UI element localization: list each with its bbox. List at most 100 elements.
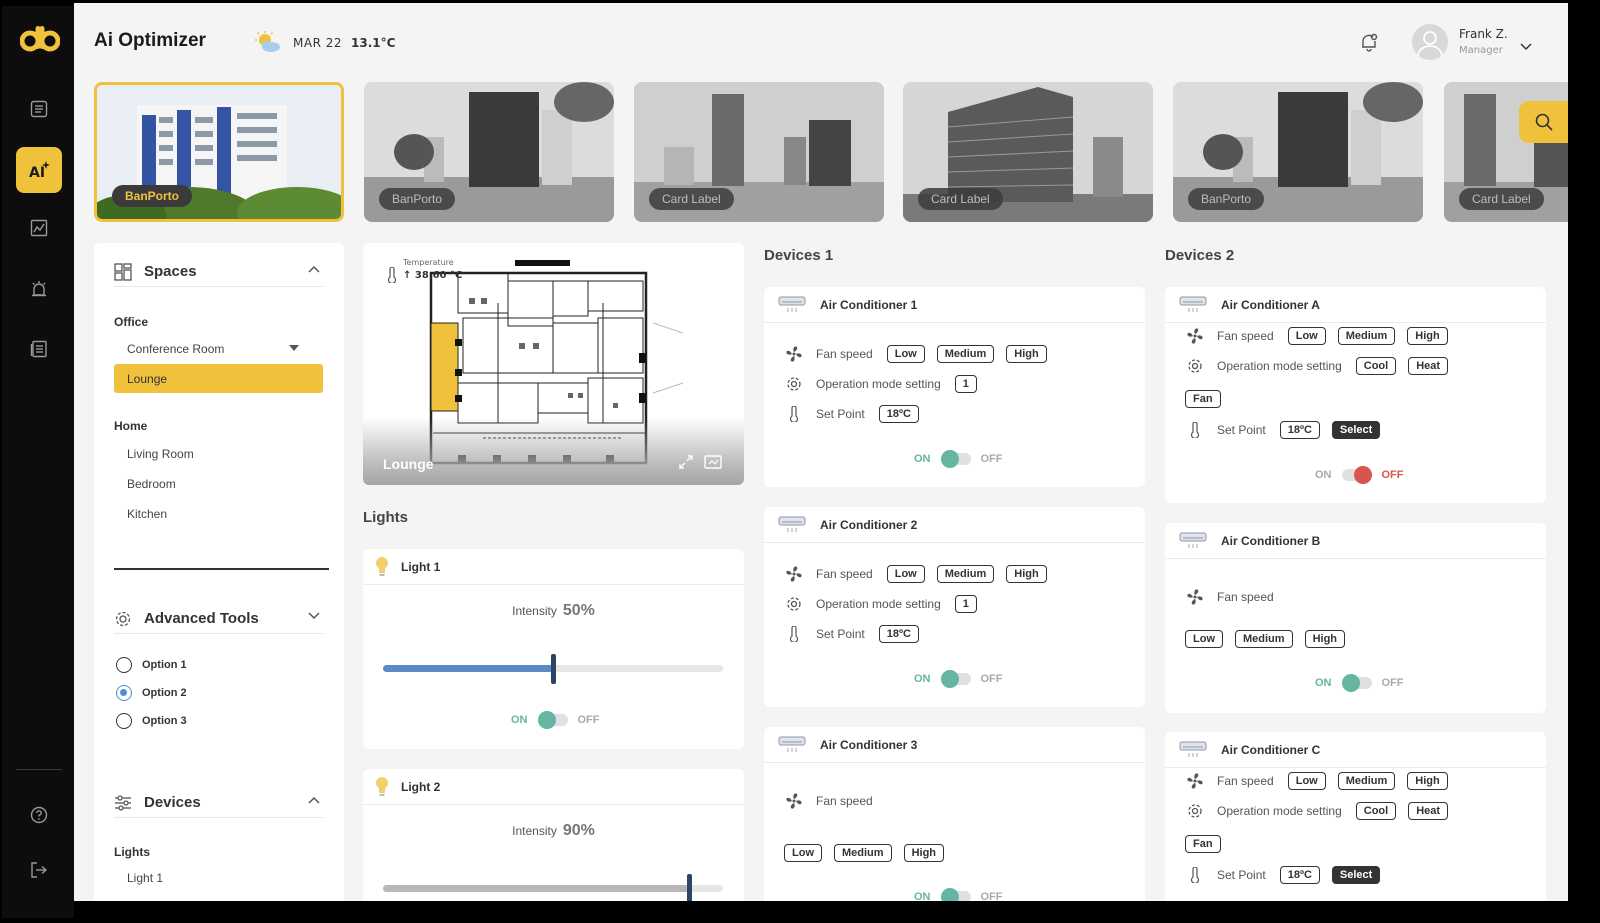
set-point-row: Set Point 18ºC	[784, 624, 931, 644]
fan-speed-medium-button[interactable]: Medium	[1337, 327, 1396, 345]
building-card[interactable]: BanPorto	[94, 82, 344, 222]
reports-icon[interactable]	[24, 334, 54, 364]
lightbulb-icon	[376, 556, 388, 576]
floorplan-card[interactable]: Temperature ↑ 38.60 °C Lounge	[363, 243, 744, 485]
option-3-radio[interactable]: Option 3	[116, 713, 187, 729]
option-2-radio[interactable]: Option 2	[116, 685, 187, 701]
operation-mode-value[interactable]: 1	[954, 595, 977, 613]
fan-speed-high-button[interactable]: High	[1407, 772, 1448, 790]
radio-circle[interactable]	[116, 657, 132, 673]
mode-fan-button[interactable]: Fan	[1185, 835, 1221, 853]
search-button[interactable]	[1519, 101, 1568, 143]
space-item-conference-room[interactable]: Conference Room	[114, 334, 323, 363]
toggle-switch[interactable]	[940, 670, 971, 688]
ac-power-toggle[interactable]: ON OFF	[914, 888, 1003, 901]
slider-handle[interactable]	[551, 654, 556, 684]
fan-speed-high-button[interactable]: High	[903, 844, 945, 862]
fan-speed-high-button[interactable]: High	[1006, 345, 1047, 363]
mode-cool-button[interactable]: Cool	[1355, 802, 1397, 820]
ac-power-toggle[interactable]: ON OFF	[914, 450, 1003, 468]
mode-fan-button[interactable]: Fan	[1185, 390, 1221, 408]
spaces-header[interactable]: Spaces	[114, 257, 324, 287]
fan-speed-low-button[interactable]: Low	[886, 565, 925, 583]
set-point-select-button[interactable]: Select	[1331, 866, 1381, 884]
building-card[interactable]: Card Label	[903, 82, 1153, 222]
ac-power-toggle[interactable]: ON OFF	[1315, 674, 1404, 692]
option-1-radio[interactable]: Option 1	[116, 657, 187, 673]
user-avatar[interactable]	[1412, 24, 1448, 60]
set-point-value[interactable]: 18ºC	[878, 405, 919, 423]
fan-speed-options: Low Medium High	[784, 844, 956, 862]
set-point-value[interactable]: 18ºC	[878, 625, 919, 643]
toggle-switch[interactable]	[537, 711, 568, 729]
mode-cool-button[interactable]: Cool	[1355, 357, 1397, 375]
toggle-switch[interactable]	[1341, 674, 1372, 692]
space-item-living-room[interactable]: Living Room	[114, 439, 323, 468]
fan-speed-medium-button[interactable]: Medium	[1337, 772, 1396, 790]
ac-power-toggle[interactable]: ON OFF	[914, 670, 1003, 688]
fan-speed-low-button[interactable]: Low	[784, 844, 822, 862]
outdoor-temperature: 13.1°C	[351, 36, 396, 50]
fan-speed-low-button[interactable]: Low	[1287, 327, 1326, 345]
chevron-up-icon[interactable]	[308, 265, 320, 273]
devices-1-heading: Devices 1	[764, 247, 834, 264]
help-icon[interactable]	[24, 800, 54, 830]
toggle-switch[interactable]	[940, 888, 971, 901]
chevron-down-icon[interactable]	[1520, 36, 1532, 55]
ac-power-toggle[interactable]: ON OFF	[1315, 466, 1404, 484]
app-logo[interactable]	[19, 24, 61, 54]
toggle-switch[interactable]	[1341, 466, 1372, 484]
radio-circle[interactable]	[116, 713, 132, 729]
expand-icon[interactable]	[679, 455, 693, 469]
ai-optimizer-nav-button[interactable]: AI	[16, 147, 62, 193]
caret-down-icon[interactable]	[289, 345, 299, 351]
set-point-select-button[interactable]: Select	[1331, 421, 1381, 439]
fan-speed-label: Fan speed	[1217, 590, 1274, 604]
analytics-icon[interactable]	[24, 213, 54, 243]
mode-heat-button[interactable]: Heat	[1408, 357, 1449, 375]
slider-handle[interactable]	[687, 874, 692, 901]
fan-speed-low-button[interactable]: Low	[1287, 772, 1326, 790]
space-item-bedroom[interactable]: Bedroom	[114, 469, 323, 498]
advanced-tools-header[interactable]: Advanced Tools	[114, 604, 324, 634]
fan-speed-high-button[interactable]: High	[1304, 630, 1346, 648]
fan-speed-label: Fan speed	[1217, 774, 1274, 788]
fan-speed-high-button[interactable]: High	[1407, 327, 1448, 345]
chevron-down-icon[interactable]	[308, 612, 320, 620]
devices-title: Devices	[144, 794, 201, 811]
notification-bell-icon[interactable]	[1360, 32, 1378, 56]
chevron-up-icon[interactable]	[308, 796, 320, 804]
intensity-slider[interactable]	[383, 874, 723, 901]
operation-mode-value[interactable]: 1	[954, 375, 977, 393]
fan-speed-medium-button[interactable]: Medium	[834, 844, 892, 862]
set-point-value[interactable]: 18ºC	[1279, 866, 1320, 884]
building-card[interactable]: BanPorto	[364, 82, 614, 222]
radio-circle-selected[interactable]	[116, 685, 132, 701]
fan-speed-medium-button[interactable]: Medium	[936, 345, 995, 363]
devices-header[interactable]: Devices	[114, 788, 324, 818]
set-point-value[interactable]: 18ºC	[1279, 421, 1320, 439]
ac-card: Air Conditioner C Fan speed Low Medium H…	[1165, 732, 1546, 901]
light-power-toggle[interactable]: ON OFF	[511, 711, 600, 729]
logout-icon[interactable]	[24, 855, 54, 885]
fan-speed-medium-button[interactable]: Medium	[936, 565, 995, 583]
space-item-kitchen[interactable]: Kitchen	[114, 499, 323, 528]
building-card[interactable]: BanPorto	[1173, 82, 1423, 222]
toggle-off-label: OFF	[577, 714, 600, 726]
intensity-slider[interactable]	[383, 654, 723, 684]
dashboard-icon[interactable]	[24, 94, 54, 124]
fan-speed-low-button[interactable]: Low	[886, 345, 925, 363]
device-item-light-1[interactable]: Light 1	[114, 863, 323, 892]
space-item-label: Lounge	[127, 371, 168, 386]
ac-name: Air Conditioner A	[1221, 297, 1320, 312]
fan-speed-high-button[interactable]: High	[1006, 565, 1047, 583]
fan-speed-low-button[interactable]: Low	[1185, 630, 1223, 648]
mode-heat-button[interactable]: Heat	[1408, 802, 1449, 820]
toggle-on-label: ON	[914, 673, 931, 685]
space-item-lounge[interactable]: Lounge	[114, 364, 323, 393]
alarm-icon[interactable]	[24, 274, 54, 304]
fan-speed-medium-button[interactable]: Medium	[1235, 630, 1293, 648]
building-card[interactable]: Card Label	[634, 82, 884, 222]
toggle-switch[interactable]	[940, 450, 971, 468]
fullscreen-icon[interactable]	[704, 455, 722, 469]
